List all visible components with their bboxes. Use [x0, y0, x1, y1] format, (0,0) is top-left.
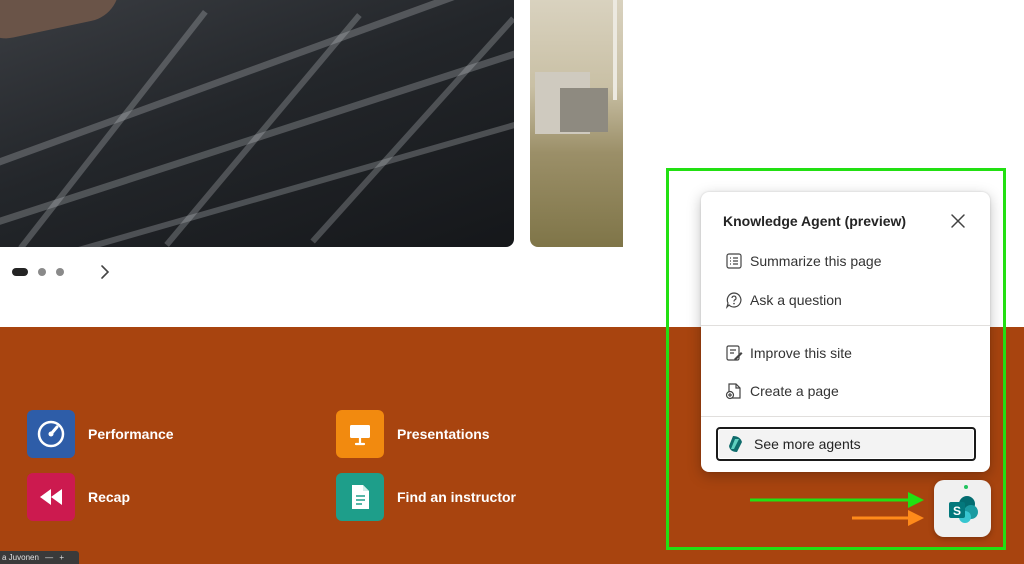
- sharepoint-logo-icon: S: [948, 495, 978, 523]
- speedometer-icon: [27, 410, 75, 458]
- hand-image-detail: [0, 0, 126, 45]
- summarize-page-button[interactable]: Summarize this page: [715, 246, 977, 276]
- presentation-board-icon: [336, 410, 384, 458]
- see-more-agents-label: See more agents: [754, 436, 861, 452]
- ask-question-button[interactable]: Ask a question: [715, 285, 977, 315]
- carousel-image-primary[interactable]: [0, 0, 514, 247]
- quick-link-presentations[interactable]: Presentations: [336, 410, 490, 458]
- knowledge-agent-panel: Knowledge Agent (preview) Summarize this…: [701, 192, 990, 472]
- carousel-image-secondary[interactable]: [530, 0, 623, 247]
- menu-item-label: Create a page: [750, 383, 839, 399]
- user-name-chip: a Juvonen — +: [0, 551, 79, 564]
- edit-site-icon: [726, 345, 743, 361]
- panel-title: Knowledge Agent (preview): [723, 213, 907, 229]
- carousel-dot-3[interactable]: [56, 268, 64, 276]
- carousel-dots: [12, 268, 64, 276]
- carousel-dot-1[interactable]: [12, 268, 28, 276]
- quick-link-recap[interactable]: Recap: [27, 473, 130, 521]
- menu-item-label: Improve this site: [750, 345, 852, 361]
- quick-link-performance[interactable]: Performance: [27, 410, 174, 458]
- panel-divider: [701, 325, 990, 326]
- quick-link-find-an-instructor[interactable]: Find an instructor: [336, 473, 516, 521]
- improve-site-button[interactable]: Improve this site: [715, 338, 977, 368]
- panel-line: [164, 13, 362, 247]
- quick-link-label: Performance: [88, 426, 174, 442]
- carousel-dot-2[interactable]: [38, 268, 46, 276]
- document-icon: [336, 473, 384, 521]
- see-more-agents-button[interactable]: See more agents: [716, 427, 976, 461]
- panel-divider: [701, 416, 990, 417]
- question-bubble-icon: [725, 292, 742, 309]
- rewind-icon: [27, 473, 75, 521]
- building-detail: [560, 88, 608, 132]
- plus-icon[interactable]: +: [59, 553, 64, 562]
- minimize-icon[interactable]: —: [45, 553, 53, 562]
- quick-link-label: Find an instructor: [397, 489, 516, 505]
- list-icon: [726, 253, 742, 269]
- arrow-annotation: [750, 492, 924, 526]
- menu-item-label: Ask a question: [750, 292, 842, 308]
- svg-text:S: S: [952, 504, 960, 518]
- menu-item-label: Summarize this page: [750, 253, 882, 269]
- quick-link-label: Presentations: [397, 426, 490, 442]
- agent-launcher-button[interactable]: S: [934, 480, 991, 537]
- pole-detail: [613, 0, 617, 100]
- create-page-button[interactable]: Create a page: [715, 376, 977, 406]
- new-page-icon: [725, 383, 741, 400]
- status-dot: [964, 485, 968, 489]
- quick-link-label: Recap: [88, 489, 131, 505]
- panel-line: [18, 9, 208, 247]
- close-icon[interactable]: [948, 211, 968, 231]
- chevron-right-icon[interactable]: [98, 262, 114, 282]
- user-name-text: a Juvonen: [2, 553, 39, 562]
- agents-logo-icon: [729, 436, 742, 452]
